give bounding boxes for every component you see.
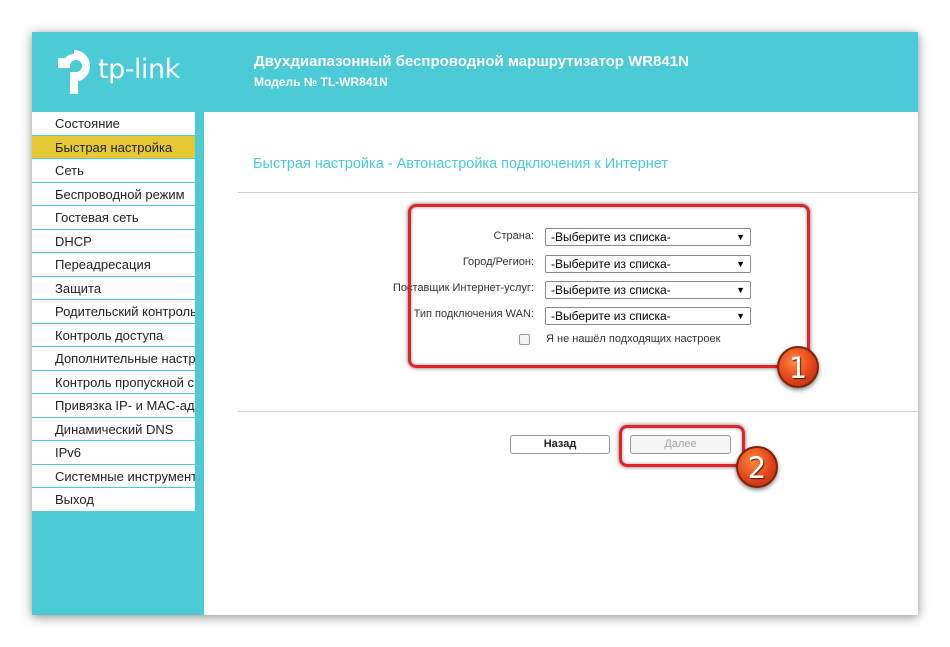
step-badge-1: 1: [777, 346, 819, 388]
sidebar-item-forwarding[interactable]: Переадресация: [32, 253, 195, 277]
header-bar: tp-link Двухдиапазонный беспроводной мар…: [32, 32, 918, 112]
sidebar-item-parental-control[interactable]: Родительский контроль: [32, 300, 195, 324]
sidebar-item-advanced-settings[interactable]: Дополнительные настройки: [32, 347, 195, 371]
sidebar-item-access-control[interactable]: Контроль доступа: [32, 324, 195, 347]
sidebar-item-bandwidth-control[interactable]: Контроль пропускной способности: [32, 371, 195, 394]
sidebar-item-quick-setup[interactable]: Быстрая настройка: [32, 135, 195, 159]
page-title: Быстрая настройка - Автонастройка подклю…: [253, 156, 669, 172]
highlight-box-next: [619, 425, 745, 467]
sidebar-item-security[interactable]: Защита: [32, 277, 195, 300]
sidebar-item-logout[interactable]: Выход: [32, 488, 195, 512]
sidebar-item-ip-mac-binding[interactable]: Привязка IP- и MAC-адресов: [32, 394, 195, 418]
sidebar-menu: Состояние Быстрая настройка Сеть Беспров…: [32, 112, 195, 512]
main-content: Быстрая настройка - Автонастройка подклю…: [204, 112, 918, 615]
highlight-box-fields: [408, 204, 810, 368]
back-button[interactable]: Назад: [510, 435, 610, 454]
bottom-divider: [238, 411, 918, 412]
page-header-title: Двухдиапазонный беспроводной маршрутизат…: [254, 53, 689, 70]
top-divider: [238, 192, 918, 193]
tp-link-logo-icon: [58, 50, 90, 94]
router-admin-window: tp-link Двухдиапазонный беспроводной мар…: [32, 32, 918, 615]
sidebar-item-dhcp[interactable]: DHCP: [32, 230, 195, 253]
tp-link-logo: tp-link: [54, 46, 194, 100]
sidebar-item-ipv6[interactable]: IPv6: [32, 441, 195, 465]
logo-text: tp-link: [98, 54, 180, 85]
model-number: Модель № TL-WR841N: [254, 75, 388, 89]
sidebar-item-system-tools[interactable]: Системные инструменты: [32, 465, 195, 488]
sidebar: Состояние Быстрая настройка Сеть Беспров…: [32, 112, 204, 615]
sidebar-item-guest-network[interactable]: Гостевая сеть: [32, 206, 195, 230]
sidebar-item-wireless[interactable]: Беспроводной режим: [32, 183, 195, 206]
sidebar-item-network[interactable]: Сеть: [32, 159, 195, 183]
step-badge-2: 2: [736, 446, 778, 488]
sidebar-item-status[interactable]: Состояние: [32, 112, 195, 136]
sidebar-item-dynamic-dns[interactable]: Динамический DNS: [32, 418, 195, 441]
